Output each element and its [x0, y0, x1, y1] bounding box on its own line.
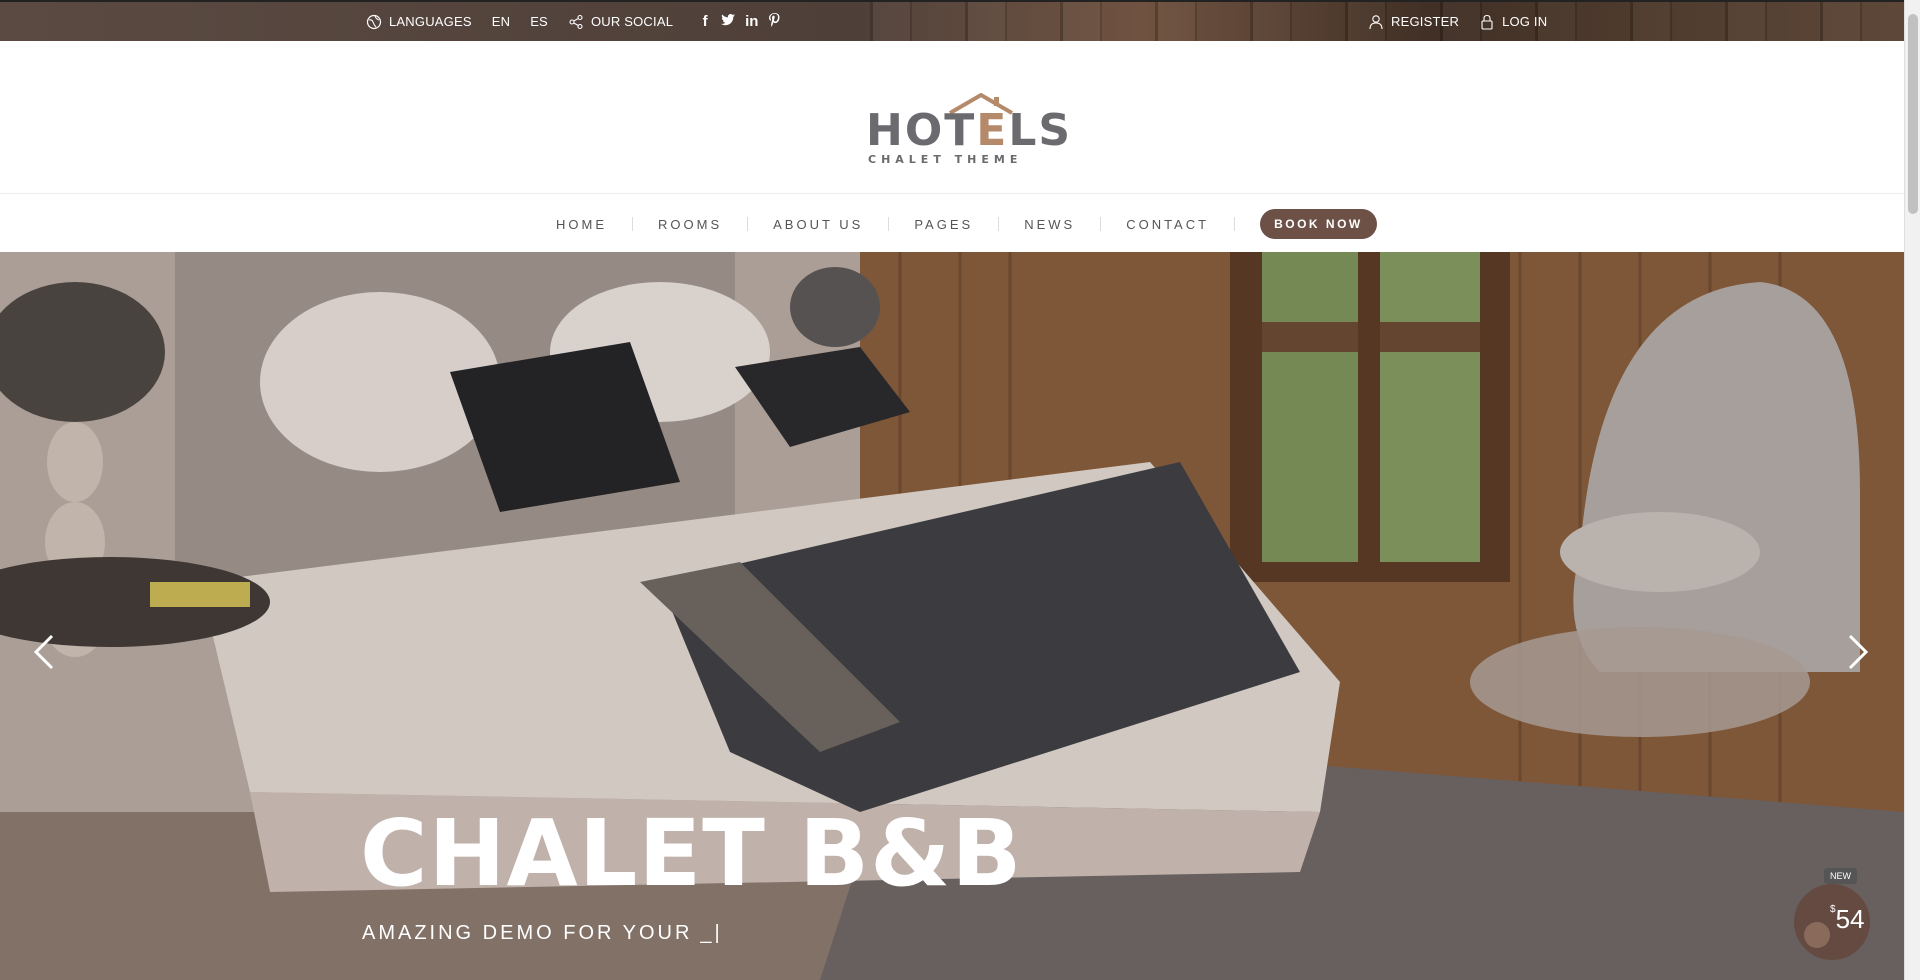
logo-title-start: HOT: [866, 105, 977, 156]
lang-es-link[interactable]: ES: [530, 14, 548, 29]
login-link[interactable]: LOG IN: [1479, 14, 1547, 30]
nav-list: HOME ROOMS ABOUT US PAGES NEWS CONTACT B…: [556, 209, 1377, 239]
login-label: LOG IN: [1502, 14, 1548, 29]
user-icon: [1368, 14, 1384, 30]
typing-cursor: _|: [700, 922, 723, 944]
top-bar-right: REGISTER LOG IN: [1368, 2, 1567, 41]
nav-divider: [888, 217, 890, 231]
new-label: NEW: [1824, 868, 1857, 884]
badge-price: $54: [1830, 904, 1864, 935]
nav-item-pages[interactable]: PAGES: [914, 217, 973, 232]
logo-title-accent: E: [976, 105, 1009, 156]
top-bar: LANGUAGES EN ES OUR SOCIAL f in REGISTER: [0, 0, 1904, 41]
nav-item-rooms[interactable]: ROOMS: [658, 217, 722, 232]
nav-divider: [632, 217, 633, 231]
badge-price-value: 54: [1835, 904, 1865, 934]
nav-divider: [1100, 217, 1102, 231]
logo-subtitle: CHALET THEME: [868, 153, 1023, 166]
nav-item-about-us[interactable]: ABOUT US: [773, 217, 863, 232]
site-header: HOTELS CHALET THEME: [0, 41, 1904, 194]
hero-title: CHALET B&B: [360, 800, 1023, 907]
lang-en-label: EN: [491, 14, 511, 29]
hero-slider: CHALET B&B AMAZING DEMO FOR YOUR _| NEW $…: [0, 252, 1904, 980]
lang-es-label: ES: [530, 14, 548, 29]
languages-label: LANGUAGES: [389, 14, 472, 29]
scrollbar-thumb[interactable]: [1908, 14, 1918, 214]
nav-item-home[interactable]: HOME: [556, 217, 607, 232]
social-menu: OUR SOCIAL: [568, 14, 673, 30]
price-badge[interactable]: NEW $54: [1794, 868, 1870, 960]
languages-menu[interactable]: LANGUAGES: [366, 14, 472, 30]
nav-divider: [1234, 217, 1236, 231]
nav-item-news[interactable]: NEWS: [1024, 217, 1075, 232]
main-nav: HOME ROOMS ABOUT US PAGES NEWS CONTACT B…: [0, 195, 1904, 252]
pinterest-icon[interactable]: [768, 12, 780, 31]
social-label: OUR SOCIAL: [590, 14, 674, 29]
top-bar-left: LANGUAGES EN ES OUR SOCIAL f in: [366, 2, 780, 41]
book-now-button[interactable]: BOOK NOW: [1260, 209, 1377, 239]
nav-divider: [747, 217, 749, 231]
hero-subtitle: AMAZING DEMO FOR YOUR _|: [362, 922, 723, 945]
logo-title-end: LS: [1008, 105, 1073, 156]
linkedin-icon[interactable]: in: [745, 13, 758, 30]
lock-icon: [1479, 14, 1495, 30]
logo-title: HOTELS: [866, 105, 1072, 156]
facebook-icon[interactable]: f: [699, 13, 711, 30]
register-label: REGISTER: [1391, 14, 1460, 29]
nav-divider: [998, 217, 1000, 231]
social-links: f in: [699, 12, 780, 31]
slider-next-arrow[interactable]: [1842, 632, 1872, 672]
drop-icon: [1804, 922, 1830, 948]
globe-icon: [366, 14, 382, 30]
hero-subtitle-text: AMAZING DEMO FOR YOUR: [362, 922, 693, 944]
nav-item-contact[interactable]: CONTACT: [1126, 217, 1209, 232]
site-logo[interactable]: HOTELS CHALET THEME: [860, 91, 1070, 166]
share-icon: [568, 14, 584, 30]
register-link[interactable]: REGISTER: [1368, 14, 1459, 30]
slider-prev-arrow[interactable]: [30, 632, 60, 672]
page-scrollbar[interactable]: [1904, 0, 1920, 980]
lang-en-link[interactable]: EN: [492, 14, 510, 29]
twitter-icon[interactable]: [721, 13, 736, 30]
